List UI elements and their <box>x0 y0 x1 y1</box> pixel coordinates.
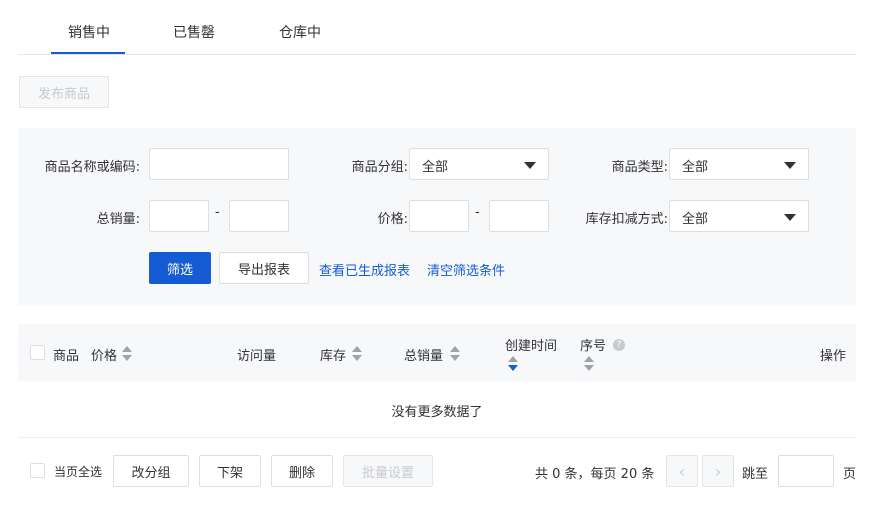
delete-button[interactable]: 删除 <box>271 455 333 487</box>
column-serial[interactable]: 序号 <box>580 335 606 354</box>
empty-message: 没有更多数据了 <box>391 405 483 420</box>
product-type-value: 全部 <box>682 160 709 175</box>
price-min-input[interactable] <box>409 200 469 232</box>
column-actions: 操作 <box>819 349 846 364</box>
column-total-sales[interactable]: 总销量 <box>404 345 443 364</box>
publish-product-button[interactable]: 发布商品 <box>19 76 109 108</box>
caret-down-icon <box>784 162 796 169</box>
batch-settings-button[interactable]: 批量设置 <box>343 455 433 487</box>
caret-down-icon <box>524 162 536 169</box>
filter-button[interactable]: 筛选 <box>149 252 211 284</box>
page-select-all-label[interactable]: 当页全选 <box>54 463 102 480</box>
range-separator: - <box>475 205 480 220</box>
pagination-summary: 共 0 条，每页 20 条 <box>535 467 655 482</box>
price-label: 价格: <box>377 212 408 227</box>
question-circle-icon[interactable]: ? <box>613 339 625 351</box>
sort-caret-icon[interactable] <box>584 356 594 372</box>
stock-deduction-select[interactable]: 全部 <box>669 200 809 232</box>
select-all-checkbox[interactable] <box>30 345 45 360</box>
delist-button[interactable]: 下架 <box>199 455 261 487</box>
total-sales-label: 总销量: <box>96 212 140 227</box>
page-unit-label: 页 <box>843 467 857 482</box>
chevron-left-icon[interactable]: ‹ <box>666 455 698 487</box>
sort-caret-icon[interactable] <box>352 346 362 362</box>
view-reports-link[interactable]: 查看已生成报表 <box>319 260 410 279</box>
column-created-time[interactable]: 创建时间 <box>505 335 557 354</box>
jump-page-input[interactable] <box>778 455 834 487</box>
product-group-select[interactable]: 全部 <box>409 148 549 180</box>
change-group-button[interactable]: 改分组 <box>113 455 189 487</box>
product-name-input[interactable] <box>149 148 289 180</box>
sort-caret-icon[interactable] <box>450 346 460 362</box>
sort-caret-icon[interactable] <box>508 356 518 372</box>
column-stock[interactable]: 库存 <box>320 345 346 364</box>
jump-to-label: 跳至 <box>742 467 769 482</box>
tab-in-warehouse[interactable]: 仓库中 <box>279 22 321 42</box>
clear-filters-link[interactable]: 清空筛选条件 <box>427 260 505 279</box>
product-group-value: 全部 <box>422 160 449 175</box>
export-report-button[interactable]: 导出报表 <box>219 252 309 284</box>
product-type-label: 商品类型: <box>611 160 668 175</box>
caret-down-icon <box>784 214 796 221</box>
range-separator: - <box>215 205 220 220</box>
chevron-right-icon[interactable]: › <box>702 455 734 487</box>
stock-deduction-label: 库存扣减方式: <box>585 212 668 227</box>
page-select-all-checkbox[interactable] <box>30 463 45 478</box>
column-price[interactable]: 价格 <box>91 345 117 364</box>
table-header: 商品 价格 访问量 库存 总销量 创建时间 序号 ? 操作 <box>18 324 856 381</box>
product-name-label: 商品名称或编码: <box>44 160 140 175</box>
sales-max-input[interactable] <box>229 200 289 232</box>
tab-on-sale[interactable]: 销售中 <box>68 22 110 42</box>
product-group-label: 商品分组: <box>351 160 408 175</box>
sort-caret-icon[interactable] <box>122 346 132 362</box>
filter-panel: 商品名称或编码: 商品分组: 全部 商品类型: 全部 总销量: - 价格: - … <box>18 128 856 305</box>
product-type-select[interactable]: 全部 <box>669 148 809 180</box>
column-product: 商品 <box>53 349 80 364</box>
tab-sold-out[interactable]: 已售罄 <box>173 22 215 42</box>
active-tab-indicator <box>51 52 125 54</box>
tab-bar: 销售中 已售罄 仓库中 <box>18 0 856 55</box>
column-visits: 访问量 <box>237 349 277 364</box>
sales-min-input[interactable] <box>149 200 209 232</box>
stock-deduction-value: 全部 <box>682 212 709 227</box>
price-max-input[interactable] <box>489 200 549 232</box>
table-empty-state: 没有更多数据了 <box>18 381 856 438</box>
